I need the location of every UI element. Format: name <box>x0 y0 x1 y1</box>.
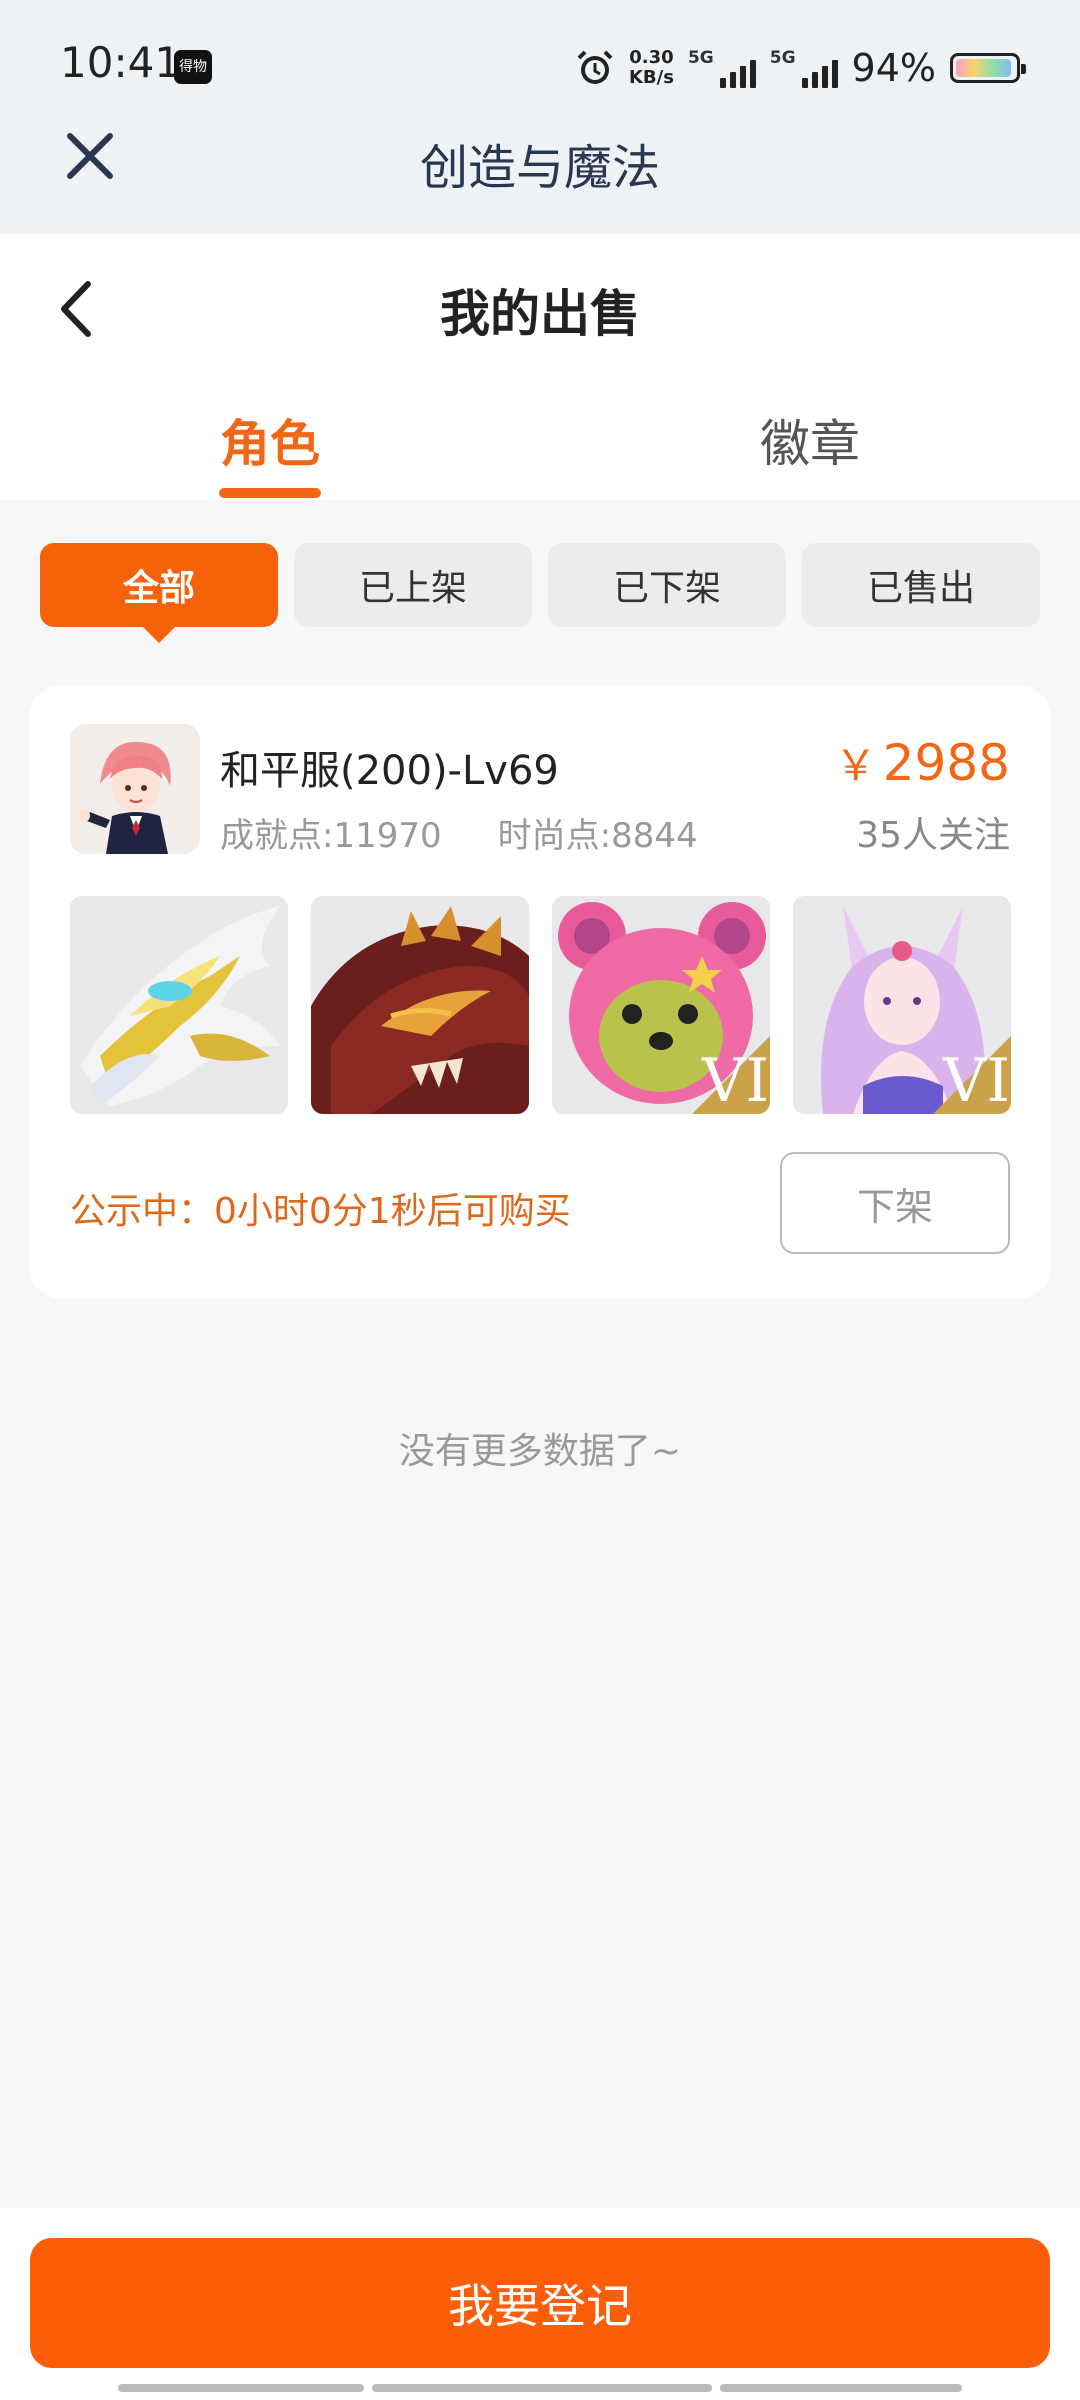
signal-bars-icon <box>801 58 838 88</box>
filter-listed[interactable]: 已上架 <box>294 543 532 627</box>
signal-1: 5G <box>688 48 756 88</box>
mini-app-header: 创造与魔法 <box>0 120 1080 234</box>
page-header: 我的出售 角色 徽章 <box>0 234 1080 500</box>
status-time: 10:41 <box>60 38 182 87</box>
thumbnail-white-dragon[interactable] <box>70 896 288 1114</box>
page-title: 我的出售 <box>440 285 640 343</box>
filter-all[interactable]: 全部 <box>40 543 278 643</box>
thumbnail-pink-bear[interactable]: VI <box>552 896 770 1114</box>
filter-sold[interactable]: 已售出 <box>802 543 1040 627</box>
followers-count: 35人关注 <box>856 815 1010 856</box>
battery-icon <box>950 53 1026 83</box>
vi-badge: VI <box>701 1046 769 1114</box>
character-stats: 成就点:11970 时尚点:8844 <box>220 808 698 857</box>
status-right: 0.30 KB/s 5G 5G 94% <box>575 40 1026 96</box>
tab-active-indicator <box>219 488 321 498</box>
character-avatar <box>70 724 200 854</box>
app-badge-icon: 得物 <box>174 50 212 84</box>
no-more-data: 没有更多数据了~ <box>398 1431 682 1472</box>
signal-bars-icon <box>719 58 756 88</box>
price: ￥ 2988 <box>835 732 1010 793</box>
delist-button[interactable]: 下架 <box>780 1152 1010 1254</box>
red-dragon-icon <box>311 896 529 1114</box>
home-indicator[interactable] <box>118 2384 962 2392</box>
filter-delisted[interactable]: 已下架 <box>548 543 786 627</box>
status-bar: 10:41 得物 0.30 KB/s 5G 5G 94% <box>0 0 1080 130</box>
item-thumbnails: VI VI <box>70 896 1011 1114</box>
fox-spirit-girl-icon: VI <box>793 896 1011 1114</box>
thumbnail-fox-girl[interactable]: VI <box>793 896 1011 1114</box>
fashion-points: 时尚点:8844 <box>497 816 698 856</box>
tab-role[interactable]: 角色 <box>170 404 370 476</box>
bottom-bar: 我要登记 <box>0 2208 1080 2400</box>
vi-badge: VI <box>942 1046 1010 1114</box>
net-speed: 0.30 KB/s <box>628 47 674 88</box>
currency-symbol: ￥ <box>834 741 877 790</box>
listing-card[interactable]: 和平服(200)-Lv69 成就点:11970 时尚点:8844 ￥ 2988 3… <box>30 686 1050 1298</box>
top-area: 10:41 得物 0.30 KB/s 5G 5G 94% 创造与魔法 <box>0 0 1080 234</box>
battery-fill <box>956 59 1011 77</box>
white-gold-dragon-icon <box>70 896 288 1114</box>
filter-chips: 全部 已上架 已下架 已售出 <box>40 543 1040 643</box>
tab-badge[interactable]: 徽章 <box>710 404 910 476</box>
public-notice: 公示中：0小时0分1秒后可购买 <box>70 1191 571 1232</box>
character-name: 和平服(200)-Lv69 <box>220 748 559 794</box>
signal-2: 5G <box>770 48 838 88</box>
achievement-points: 成就点:11970 <box>220 816 442 856</box>
anime-girl-icon <box>70 724 200 854</box>
mini-app-title: 创造与魔法 <box>419 140 660 196</box>
price-value: 2988 <box>882 734 1010 792</box>
register-button[interactable]: 我要登记 <box>30 2238 1050 2368</box>
alarm-icon <box>577 50 613 84</box>
thumbnail-red-dragon[interactable] <box>311 896 529 1114</box>
pink-bear-icon: VI <box>552 896 770 1114</box>
battery-percent: 94% <box>851 46 936 90</box>
